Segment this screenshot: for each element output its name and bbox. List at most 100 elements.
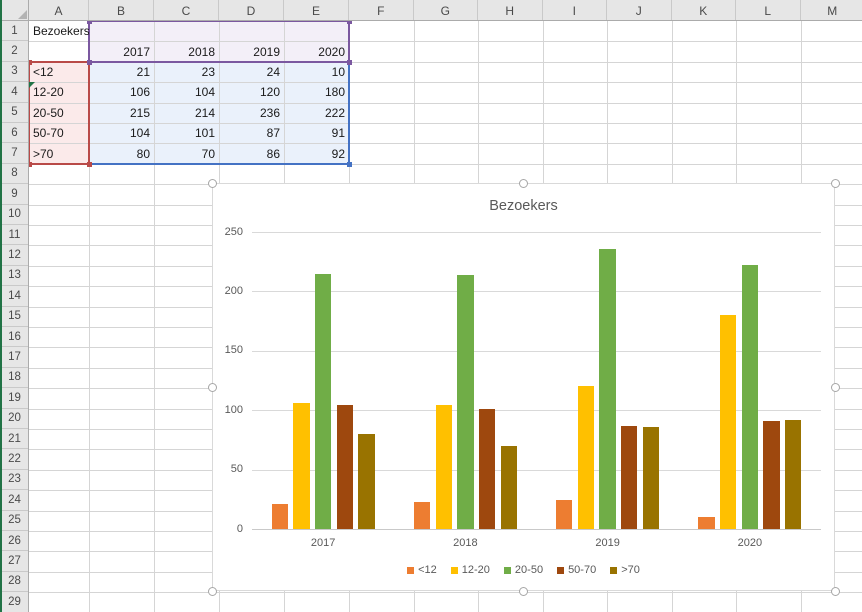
cell-value[interactable]: 10 xyxy=(284,62,349,82)
cell-value[interactable]: 180 xyxy=(284,82,349,102)
column-header-l[interactable]: L xyxy=(736,0,801,21)
row-header-13[interactable]: 13 xyxy=(0,265,29,287)
chart-selection-handle[interactable] xyxy=(830,178,840,188)
row-header-22[interactable]: 22 xyxy=(0,449,29,470)
row-header-7[interactable]: 7 xyxy=(0,143,29,164)
cell-value[interactable]: 23 xyxy=(154,62,219,82)
chart-selection-handle[interactable] xyxy=(207,586,217,596)
bar-20-50-2019[interactable] xyxy=(599,248,616,529)
bar-20-50-2018[interactable] xyxy=(457,274,474,529)
legend-item[interactable]: 20-50 xyxy=(503,564,543,576)
row-header-15[interactable]: 15 xyxy=(0,306,29,327)
column-header-m[interactable]: M xyxy=(800,0,862,21)
cell-row-label[interactable]: 20-50 xyxy=(29,103,89,123)
row-header-28[interactable]: 28 xyxy=(0,571,29,593)
cell-value[interactable]: 104 xyxy=(154,82,219,102)
row-header-26[interactable]: 26 xyxy=(0,531,29,552)
chart-title[interactable]: Bezoekers xyxy=(213,198,834,214)
column-header-f[interactable]: F xyxy=(349,0,414,21)
cell-value[interactable]: 24 xyxy=(219,62,284,82)
column-header-e[interactable]: E xyxy=(284,0,349,21)
column-header-j[interactable]: J xyxy=(607,0,672,21)
bar-50-70-2018[interactable] xyxy=(478,409,496,529)
row-header-4[interactable]: 4 xyxy=(0,82,29,103)
chart-selection-handle[interactable] xyxy=(519,586,528,596)
row-header-17[interactable]: 17 xyxy=(0,347,29,368)
row-header-29[interactable]: 29 xyxy=(0,592,29,612)
row-header-25[interactable]: 25 xyxy=(0,510,29,531)
row-header-20[interactable]: 20 xyxy=(0,408,29,429)
cell-row-label[interactable]: >70 xyxy=(29,143,89,163)
bar-12-20-2019[interactable] xyxy=(577,386,595,529)
cell-value[interactable]: 91 xyxy=(284,123,349,143)
column-header-a[interactable]: A xyxy=(29,0,89,21)
row-header-21[interactable]: 21 xyxy=(0,429,29,450)
bar-12-20-2018[interactable] xyxy=(435,405,452,529)
bar->70-2018[interactable] xyxy=(500,445,517,529)
row-header-8[interactable]: 8 xyxy=(0,163,29,185)
bar->70-2017[interactable] xyxy=(358,433,375,529)
column-header-b[interactable]: B xyxy=(89,0,154,21)
chart-selection-handle[interactable] xyxy=(207,382,217,392)
row-header-23[interactable]: 23 xyxy=(0,469,29,491)
legend-item[interactable]: >70 xyxy=(610,564,640,576)
chart-selection-handle[interactable] xyxy=(519,178,528,188)
row-header-5[interactable]: 5 xyxy=(0,102,29,123)
cell-value[interactable]: 222 xyxy=(284,103,349,123)
cell-a1-title[interactable]: Bezoekers xyxy=(29,21,89,41)
bar-<12-2019[interactable] xyxy=(556,500,573,529)
bar-50-70-2017[interactable] xyxy=(336,405,353,529)
chart-selection-handle[interactable] xyxy=(830,382,840,392)
cell-row-label[interactable]: 12-20 xyxy=(29,82,89,102)
bar->70-2020[interactable] xyxy=(785,419,802,529)
cell-value[interactable]: 92 xyxy=(284,143,349,163)
bar-12-20-2017[interactable] xyxy=(293,403,310,529)
cell-value[interactable]: 101 xyxy=(154,123,219,143)
chart-selection-handle[interactable] xyxy=(830,586,840,596)
legend-item[interactable]: <12 xyxy=(407,564,437,576)
cell-value[interactable]: 87 xyxy=(219,123,284,143)
column-header-g[interactable]: G xyxy=(413,0,478,21)
bar->70-2019[interactable] xyxy=(642,426,660,529)
column-header-h[interactable]: H xyxy=(478,0,543,21)
bar-<12-2020[interactable] xyxy=(698,517,715,529)
bar-12-20-2020[interactable] xyxy=(720,315,737,529)
bar-<12-2018[interactable] xyxy=(413,501,431,529)
legend-item[interactable]: 50-70 xyxy=(557,564,596,576)
cell-value[interactable]: 104 xyxy=(89,123,154,143)
row-header-2[interactable]: 2 xyxy=(0,41,29,62)
row-header-14[interactable]: 14 xyxy=(0,286,29,307)
cell-value[interactable]: 21 xyxy=(89,62,154,82)
row-header-16[interactable]: 16 xyxy=(0,327,29,348)
cell-value[interactable]: 106 xyxy=(89,82,154,102)
column-header-d[interactable]: D xyxy=(219,0,284,21)
cell-year-2018[interactable]: 2018 xyxy=(154,41,219,61)
cell-year-2017[interactable]: 2017 xyxy=(89,41,154,61)
cell-value[interactable]: 70 xyxy=(154,143,219,163)
cell-value[interactable]: 80 xyxy=(89,143,154,163)
cell-value[interactable]: 86 xyxy=(219,143,284,163)
row-header-11[interactable]: 11 xyxy=(0,225,29,246)
row-header-3[interactable]: 3 xyxy=(0,61,29,83)
select-all-corner[interactable] xyxy=(0,0,29,21)
cell-value[interactable]: 236 xyxy=(219,103,284,123)
cell-value[interactable]: 214 xyxy=(154,103,219,123)
cell-year-2020[interactable]: 2020 xyxy=(284,41,349,61)
cell-row-label[interactable]: <12 xyxy=(29,62,89,82)
cell-value[interactable]: 215 xyxy=(89,103,154,123)
cell-year-2019[interactable]: 2019 xyxy=(219,41,284,61)
row-header-12[interactable]: 12 xyxy=(0,245,29,266)
row-header-1[interactable]: 1 xyxy=(0,21,29,42)
row-header-19[interactable]: 19 xyxy=(0,388,29,409)
legend-item[interactable]: 12-20 xyxy=(450,564,490,576)
bar-<12-2017[interactable] xyxy=(271,504,288,529)
cell-value[interactable]: 120 xyxy=(219,82,284,102)
row-header-24[interactable]: 24 xyxy=(0,490,29,511)
row-header-9[interactable]: 9 xyxy=(0,184,29,205)
row-header-27[interactable]: 27 xyxy=(0,551,29,572)
bar-50-70-2020[interactable] xyxy=(763,420,780,529)
bar-20-50-2020[interactable] xyxy=(741,265,759,529)
column-header-k[interactable]: K xyxy=(671,0,736,21)
chart-selection-handle[interactable] xyxy=(207,178,217,188)
bar-50-70-2019[interactable] xyxy=(621,425,638,529)
